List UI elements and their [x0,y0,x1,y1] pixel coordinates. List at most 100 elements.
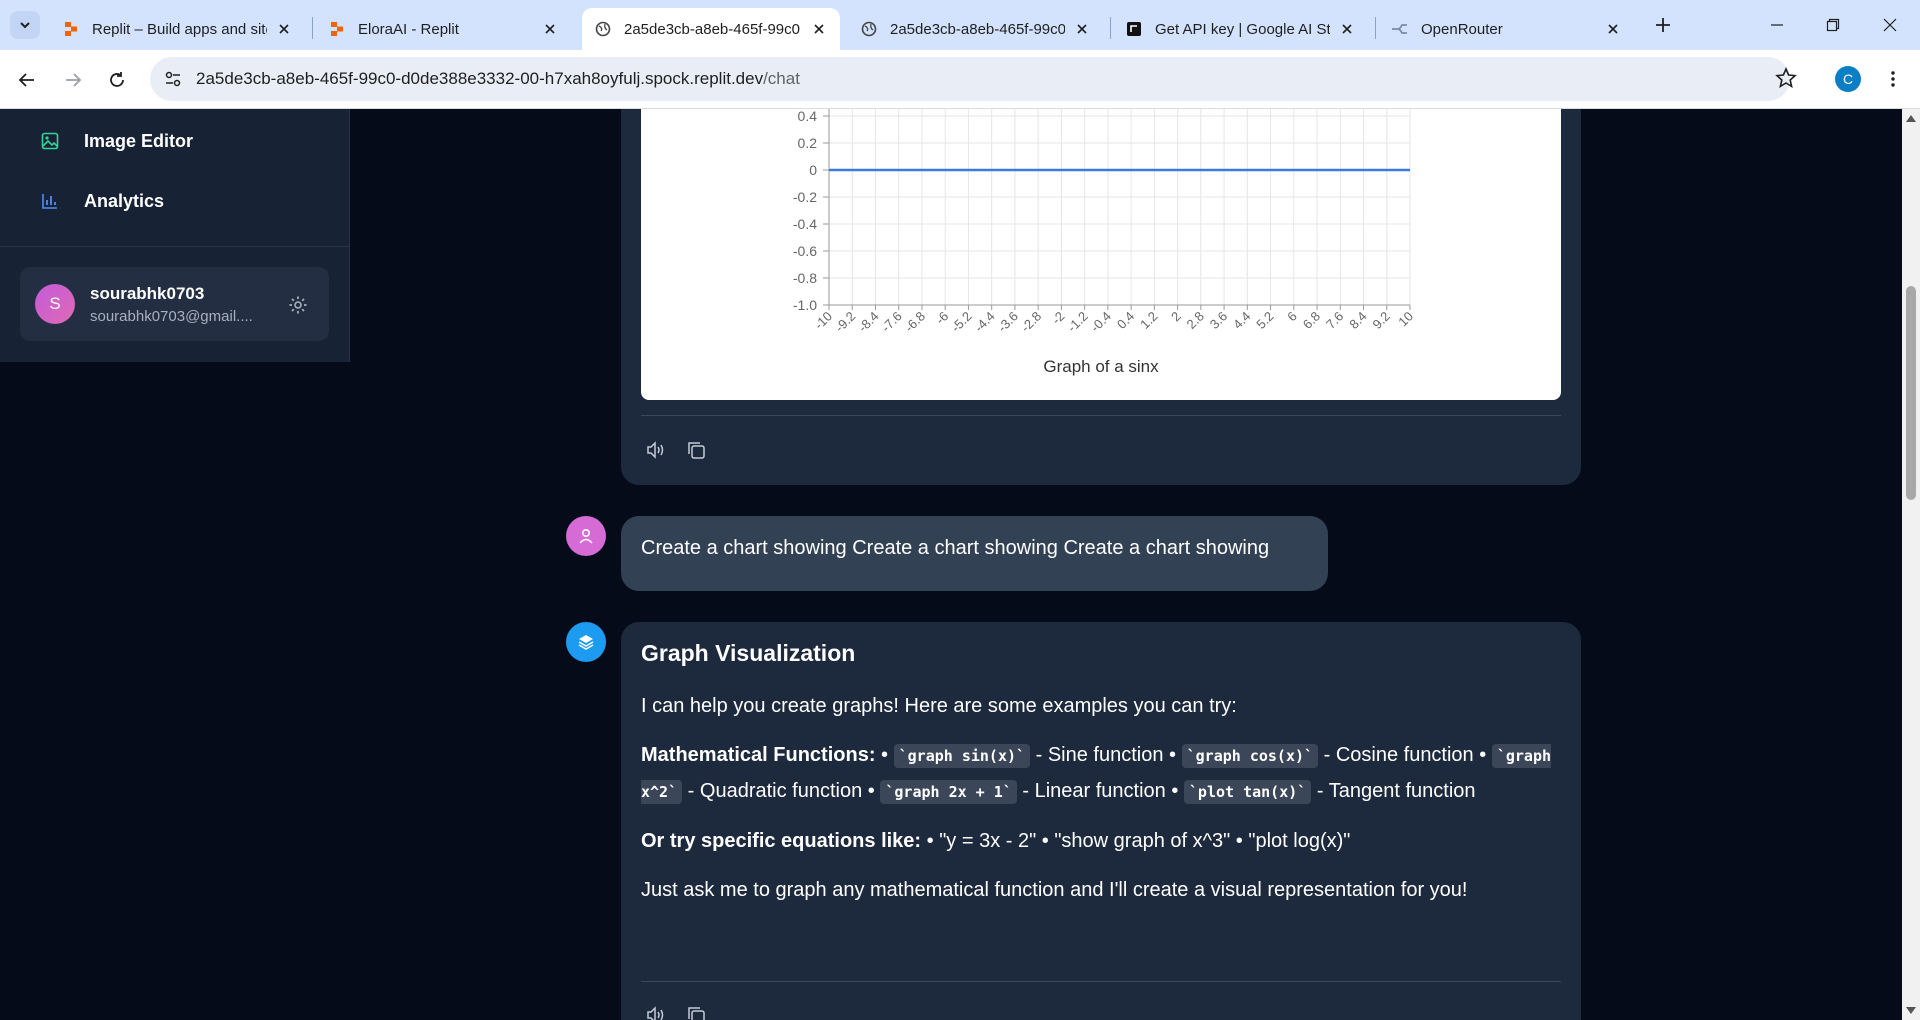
ai-intro: I can help you create graphs! Here are s… [641,695,1237,717]
snippet-description: - Linear function [1016,780,1172,802]
x-tick-label: 0.4 [1114,309,1137,332]
code-snippet: `graph sin(x)` [893,744,1031,768]
scroll-thumb[interactable] [1906,286,1916,500]
y-tick-label: 0 [809,162,817,178]
x-tick-label: 4.4 [1230,309,1253,332]
site-settings-icon[interactable] [162,68,184,90]
restore-icon [1826,18,1840,32]
google-ai-studio-icon [1125,20,1143,38]
tab-title: 2a5de3cb-a8eb-465f-99c0 [890,20,1065,38]
x-tick-label: 3.6 [1207,309,1230,332]
message-divider [641,415,1561,416]
y-tick-label: -0.8 [793,270,817,286]
tab-title: EloraAI - Replit [358,20,459,38]
x-tick-label: 9.2 [1369,309,1392,332]
close-icon[interactable] [1604,20,1622,38]
tab-title: OpenRouter [1421,20,1503,38]
snippet-description: - Cosine function [1318,744,1480,766]
math-functions-paragraph: Mathematical Functions: • `graph sin(x)`… [641,738,1561,810]
snippet-description: - Tangent function [1311,780,1476,802]
reload-button[interactable] [104,67,130,93]
page-scrollbar[interactable] [1902,109,1920,1020]
code-snippet: `plot tan(x)` [1183,780,1312,804]
tab-title: 2a5de3cb-a8eb-465f-99c0 [624,20,800,38]
sidebar-item-label: Analytics [84,190,165,211]
minimize-icon [1771,24,1783,26]
browser-tab-active[interactable]: 2a5de3cb-a8eb-465f-99c0 [582,8,840,50]
ai-message-content: Graph Visualization I can help you creat… [641,640,1561,922]
close-window-button[interactable] [1877,12,1903,38]
x-tick-label: -9.2 [832,309,858,335]
try-equations-paragraph: Or try specific equations like: • "y = 3… [641,824,1561,859]
sin-chart: 0.40.20-0.2-0.4-0.6-0.8-1.0-10-9.2-8.4-7… [793,109,1416,335]
y-tick-label: 0.4 [798,109,818,124]
try-heading: Or try specific equations like: [641,830,922,852]
globe-icon [594,20,612,38]
restore-button[interactable] [1820,12,1846,38]
close-icon[interactable] [275,20,293,38]
close-icon[interactable] [810,20,828,38]
avatar: S [35,284,75,324]
user-email: sourabhk0703@gmail.... [90,308,253,325]
x-tick-label: -7.6 [878,309,904,335]
x-tick-label: 6.8 [1300,309,1323,332]
x-tick-label: 2 [1168,309,1184,325]
url-host: 2a5de3cb-a8eb-465f-99c0-d0de388e3332-00-… [196,69,764,88]
browser-tab[interactable]: Replit – Build apps and sites [50,8,305,50]
sidebar: Image Editor Analytics S sourabhk0703 so… [0,109,350,362]
speaker-icon[interactable] [645,439,667,461]
address-bar[interactable]: 2a5de3cb-a8eb-465f-99c0-d0de388e3332-00-… [150,57,1790,101]
x-tick-label: -8.4 [855,309,881,335]
browser-tab[interactable]: 2a5de3cb-a8eb-465f-99c0 [848,8,1103,50]
gear-icon[interactable] [287,294,309,316]
user-avatar [566,516,606,556]
reload-icon [110,72,124,87]
tab-search-button[interactable] [10,11,40,39]
y-tick-label: -0.6 [793,243,817,259]
sidebar-item-label: Image Editor [84,130,194,151]
bullet: • [867,780,875,802]
x-tick-label: -3.6 [995,309,1021,335]
y-tick-label: -1.0 [793,297,817,313]
math-heading: Mathematical Functions: [641,744,876,766]
scroll-down-icon[interactable] [1906,1006,1916,1016]
browser-tab[interactable]: EloraAI - Replit [316,8,571,50]
browser-tab[interactable]: Get API key | Google AI Studio [1113,8,1368,50]
user-message-text: Create a chart showing Create a chart sh… [641,537,1270,559]
x-tick-label: 2.8 [1184,309,1207,332]
new-tab-button[interactable] [1651,13,1675,37]
profile-avatar[interactable]: C [1835,66,1861,92]
bullet: • [881,744,889,766]
ai-message-title: Graph Visualization [641,640,856,666]
x-tick-label: 1.2 [1137,309,1160,332]
close-icon[interactable] [541,20,559,38]
sidebar-item-analytics[interactable]: Analytics [40,186,164,216]
close-icon[interactable] [1073,20,1091,38]
snippet-description: - Quadratic function [682,780,868,802]
speaker-icon[interactable] [645,1004,667,1020]
x-tick-label: 6 [1284,309,1300,325]
copy-icon[interactable] [685,439,707,461]
globe-icon [860,20,878,38]
tab-separator [312,17,313,39]
try-text: • "y = 3x - 2" • "show graph of x^3" • "… [921,830,1351,852]
browser-tab[interactable]: OpenRouter [1379,8,1634,50]
bookmark-star-icon[interactable] [1775,66,1797,94]
forward-button[interactable] [60,67,86,93]
sidebar-divider [0,246,350,247]
snippet-description: - Sine function [1030,744,1170,766]
more-menu-icon[interactable] [1883,66,1903,92]
tab-title: Get API key | Google AI Studio [1155,20,1330,38]
copy-icon[interactable] [685,1004,707,1020]
url-text: 2a5de3cb-a8eb-465f-99c0-d0de388e3332-00-… [196,69,800,89]
code-snippet: `graph cos(x)` [1181,744,1319,768]
minimize-button[interactable] [1764,12,1790,38]
scroll-up-icon[interactable] [1906,113,1916,123]
sidebar-item-image-editor[interactable]: Image Editor [40,126,193,156]
message-divider [641,981,1561,982]
tab-separator [1375,17,1376,39]
back-button[interactable] [14,67,40,93]
close-icon[interactable] [1338,20,1356,38]
arrow-left-icon [18,73,34,87]
url-path: /chat [763,69,800,88]
